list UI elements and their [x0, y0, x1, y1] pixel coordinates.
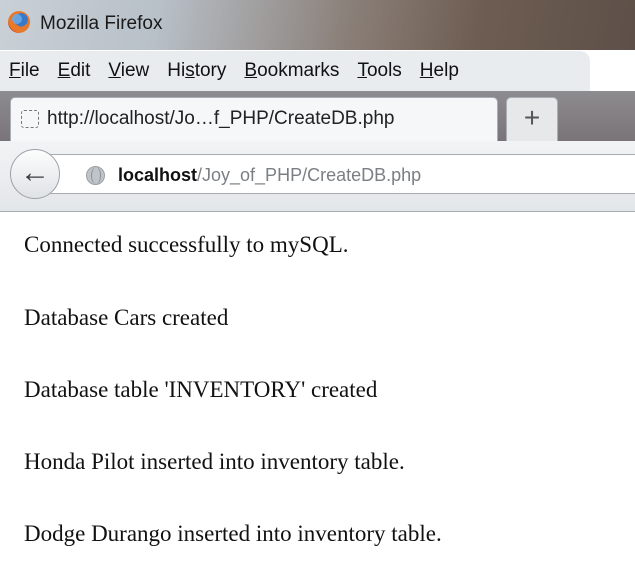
- tab-active[interactable]: http://localhost/Jo…f_PHP/CreateDB.php: [10, 97, 498, 141]
- menu-tools-label: ools: [366, 60, 402, 81]
- output-line: Honda Pilot inserted into inventory tabl…: [24, 449, 405, 474]
- url-host: localhost: [118, 165, 198, 185]
- new-tab-button[interactable]: +: [506, 97, 558, 141]
- menu-history-suffix: tory: [194, 60, 227, 81]
- menu-bookmarks-accel: B: [244, 60, 258, 81]
- menu-view-accel: V: [108, 60, 121, 81]
- back-arrow-icon: ←: [20, 156, 50, 189]
- output-line: Database table 'INVENTORY' created: [24, 377, 378, 402]
- menu-bookmarks-label: ookmarks: [257, 60, 340, 81]
- output-line: Connected successfully to mySQL.: [24, 232, 349, 257]
- menu-edit[interactable]: Edit: [49, 51, 100, 91]
- navigation-bar: ← localhost/Joy_of_PHP/CreateDB.php: [0, 141, 635, 212]
- menu-help-accel: H: [419, 60, 434, 81]
- menu-edit-label: dit: [70, 60, 91, 81]
- title-row: Mozilla Firefox: [0, 0, 635, 46]
- menu-view-label: iew: [120, 60, 150, 81]
- menu-view[interactable]: View: [99, 51, 158, 91]
- menu-bar: File Edit View History Bookmarks Tools H…: [0, 51, 590, 91]
- page-placeholder-icon: [21, 110, 39, 128]
- menu-file-accel: F: [9, 60, 21, 81]
- menu-history[interactable]: History: [158, 51, 235, 91]
- menu-history-accel: s: [185, 60, 195, 81]
- back-button[interactable]: ←: [10, 149, 60, 199]
- output-line: Database Cars created: [24, 305, 229, 330]
- tab-title: http://localhost/Jo…f_PHP/CreateDB.php: [47, 108, 395, 129]
- menu-edit-accel: E: [57, 60, 71, 81]
- url-text[interactable]: localhost/Joy_of_PHP/CreateDB.php: [118, 165, 421, 186]
- menu-file[interactable]: File: [0, 51, 49, 91]
- firefox-logo-icon: [8, 11, 30, 33]
- tab-strip: http://localhost/Jo…f_PHP/CreateDB.php +: [0, 91, 635, 141]
- menu-help[interactable]: Help: [411, 51, 468, 91]
- menu-bookmarks[interactable]: Bookmarks: [235, 51, 348, 91]
- url-path: /Joy_of_PHP/CreateDB.php: [197, 165, 422, 185]
- menu-help-label: elp: [433, 60, 459, 81]
- window-title: Mozilla Firefox: [40, 13, 163, 34]
- menu-history-prefix: Hi: [167, 60, 186, 81]
- globe-icon: [86, 166, 105, 185]
- menu-tools-accel: T: [357, 60, 367, 81]
- title-bar: Mozilla Firefox: [0, 0, 635, 50]
- menu-file-label: ile: [20, 60, 40, 81]
- output-line: Dodge Durango inserted into inventory ta…: [24, 521, 442, 546]
- menu-tools[interactable]: Tools: [348, 51, 410, 91]
